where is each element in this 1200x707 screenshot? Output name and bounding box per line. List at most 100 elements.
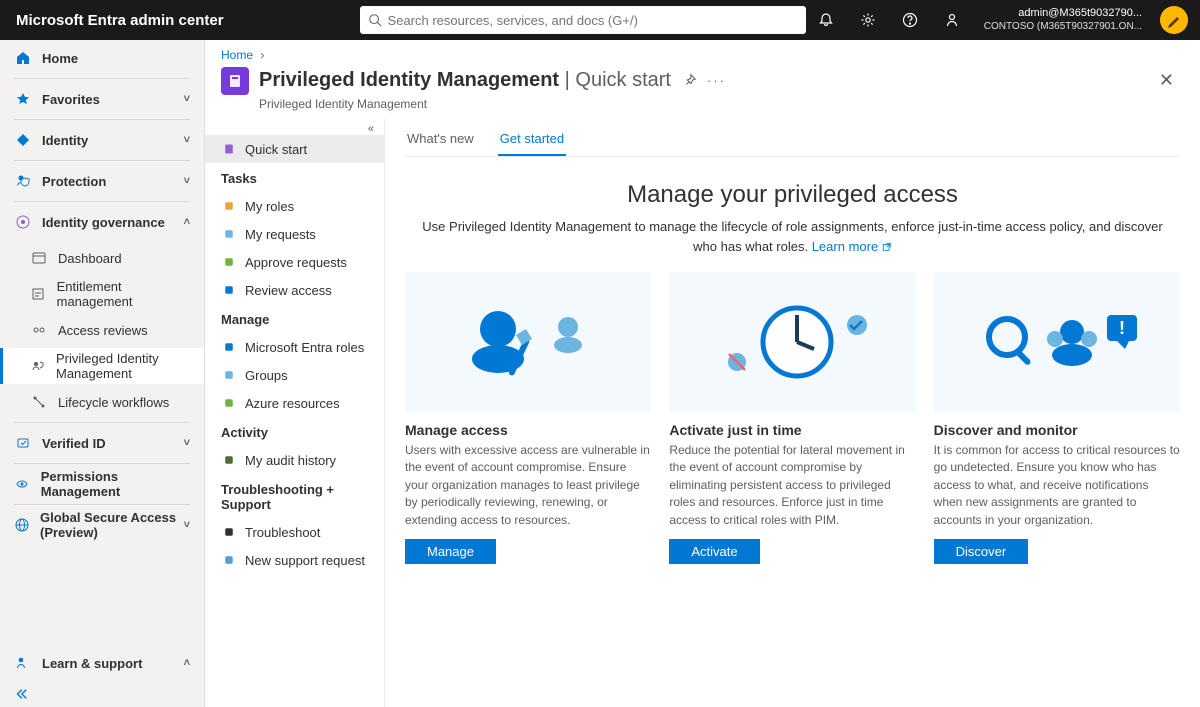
sidebar-item-lifecycle-workflows[interactable]: Lifecycle workflows xyxy=(0,384,204,420)
card-action-button[interactable]: Manage xyxy=(405,539,496,564)
sidebar-item-dashboard[interactable]: Dashboard xyxy=(0,240,204,276)
help-icon[interactable] xyxy=(890,0,930,40)
card-illustration xyxy=(405,272,651,412)
tab-whats-new[interactable]: What's new xyxy=(405,123,476,156)
secnav-item-azure-resources[interactable]: Azure resources xyxy=(205,389,384,417)
hero-title: Manage your privileged access xyxy=(413,181,1173,209)
gov-icon xyxy=(14,213,32,231)
sidebar-item-entitlement-management[interactable]: Entitlement management xyxy=(0,276,204,312)
secnav-item-label: Quick start xyxy=(245,142,307,157)
sidebar-item-privileged-identity-management[interactable]: Privileged Identity Management xyxy=(0,348,204,384)
secnav-item-icon xyxy=(221,282,237,298)
secondary-nav-collapse[interactable]: « xyxy=(205,123,384,135)
breadcrumb-home[interactable]: Home xyxy=(221,48,253,62)
sidebar-item-favorites[interactable]: Favorites˅ xyxy=(0,81,204,117)
chevron-down-icon: ˅ xyxy=(184,437,190,449)
reviews-icon xyxy=(30,321,48,339)
workflow-icon xyxy=(30,393,48,411)
search-input[interactable] xyxy=(388,13,798,28)
secnav-item-microsoft-entra-roles[interactable]: Microsoft Entra roles xyxy=(205,333,384,361)
secnav-item-my-audit-history[interactable]: My audit history xyxy=(205,446,384,474)
chevron-down-icon: ˅ xyxy=(184,175,190,187)
secnav-item-troubleshoot[interactable]: Troubleshoot xyxy=(205,518,384,546)
learn-more-link[interactable]: Learn more xyxy=(812,239,892,254)
sidebar-item-verified-id[interactable]: Verified ID ˅ xyxy=(0,425,204,461)
account-info[interactable]: admin@M365t9032790... CONTOSO (M365T9032… xyxy=(974,7,1152,32)
sidebar-collapse-button[interactable] xyxy=(0,681,204,707)
card-action-button[interactable]: Activate xyxy=(669,539,759,564)
quickstart-icon xyxy=(221,141,237,157)
pim-icon xyxy=(221,67,249,95)
secnav-item-my-roles[interactable]: My roles xyxy=(205,192,384,220)
secnav-item-label: My roles xyxy=(245,199,294,214)
card-body: It is common for access to critical reso… xyxy=(934,442,1180,529)
dashboard-icon xyxy=(30,249,48,267)
settings-icon[interactable] xyxy=(848,0,888,40)
sidebar-item-learn-support[interactable]: Learn & support˄ xyxy=(0,645,204,681)
chevron-right-icon: › xyxy=(260,48,264,62)
secondary-nav: « Quick start Tasks My roles My requestsAp… xyxy=(205,119,385,707)
account-tenant: CONTOSO (M365T90327901.ON... xyxy=(984,21,1142,33)
search-icon xyxy=(368,13,382,27)
sidebar-item-identity-governance[interactable]: Identity governance˄ xyxy=(0,204,204,240)
card-title: Discover and monitor xyxy=(934,422,1180,438)
sidebar-item-access-reviews[interactable]: Access reviews xyxy=(0,312,204,348)
brand-title: Microsoft Entra admin center xyxy=(0,12,240,29)
sidebar-item-label: Global Secure Access (Preview) xyxy=(40,510,184,540)
secnav-item-icon xyxy=(221,198,237,214)
page-subtitle: Privileged Identity Management xyxy=(205,95,1200,119)
sidebar-item-permissions-management[interactable]: Permissions Management xyxy=(0,466,204,502)
secnav-group-header: Tasks xyxy=(205,163,384,192)
sidebar-item-label: Favorites xyxy=(42,92,100,107)
sidebar-item-protection[interactable]: Protection ˅ xyxy=(0,163,204,199)
close-button[interactable]: ✕ xyxy=(1149,66,1184,95)
secnav-item-approve-requests[interactable]: Approve requests xyxy=(205,248,384,276)
chevron-up-icon: ˄ xyxy=(184,657,190,669)
secnav-group-header: Activity xyxy=(205,417,384,446)
account-email: admin@M365t9032790... xyxy=(984,7,1142,20)
card-body: Reduce the potential for lateral movemen… xyxy=(669,442,915,529)
secnav-item-label: My audit history xyxy=(245,453,336,468)
primary-sidebar: HomeFavorites˅Identity˅Protection˅Identi… xyxy=(0,40,205,707)
pin-icon[interactable] xyxy=(683,73,697,88)
breadcrumb: Home › xyxy=(205,40,1200,62)
sidebar-item-label: Access reviews xyxy=(58,323,148,338)
home-icon xyxy=(14,49,32,67)
page-title: Privileged Identity Management | Quick s… xyxy=(259,69,671,92)
secnav-item-review-access[interactable]: Review access xyxy=(205,276,384,304)
card-title: Manage access xyxy=(405,422,651,438)
verified-icon xyxy=(14,434,32,452)
secnav-item-groups[interactable]: Groups xyxy=(205,361,384,389)
entitle-icon xyxy=(30,285,47,303)
more-icon[interactable]: ··· xyxy=(707,73,726,88)
sidebar-item-home[interactable]: Home xyxy=(0,40,204,76)
sidebar-item-label: Permissions Management xyxy=(41,469,190,499)
global-search[interactable] xyxy=(360,6,806,34)
hero-body: Use Privileged Identity Management to ma… xyxy=(413,217,1173,256)
secnav-item-new-support-request[interactable]: New support request xyxy=(205,546,384,574)
card-action-button[interactable]: Discover xyxy=(934,539,1029,564)
secnav-item-my-requests[interactable]: My requests xyxy=(205,220,384,248)
feedback-icon[interactable] xyxy=(932,0,972,40)
tab-get-started[interactable]: Get started xyxy=(498,123,566,156)
notifications-icon[interactable] xyxy=(806,0,846,40)
secnav-item-icon xyxy=(221,452,237,468)
secnav-item-icon xyxy=(221,395,237,411)
secnav-quick-start[interactable]: Quick start xyxy=(205,135,384,163)
secnav-group-header: Troubleshooting + Support xyxy=(205,474,384,518)
sidebar-item-label: Protection xyxy=(42,174,106,189)
secnav-item-icon xyxy=(221,524,237,540)
card-illustration: ! xyxy=(934,272,1180,412)
sidebar-item-global-secure-access-preview-[interactable]: Global Secure Access (Preview)˅ xyxy=(0,507,204,543)
secnav-item-label: Microsoft Entra roles xyxy=(245,340,364,355)
secnav-item-icon xyxy=(221,367,237,383)
chevron-up-icon: ˄ xyxy=(184,216,190,228)
secnav-item-label: Review access xyxy=(245,283,332,298)
sidebar-item-label: Lifecycle workflows xyxy=(58,395,169,410)
sidebar-item-label: Verified ID xyxy=(42,436,106,451)
sidebar-item-label: Identity xyxy=(42,133,88,148)
avatar[interactable] xyxy=(1160,6,1188,34)
sidebar-item-identity[interactable]: Identity˅ xyxy=(0,122,204,158)
sidebar-item-label: Dashboard xyxy=(58,251,122,266)
diamond-icon xyxy=(14,131,32,149)
